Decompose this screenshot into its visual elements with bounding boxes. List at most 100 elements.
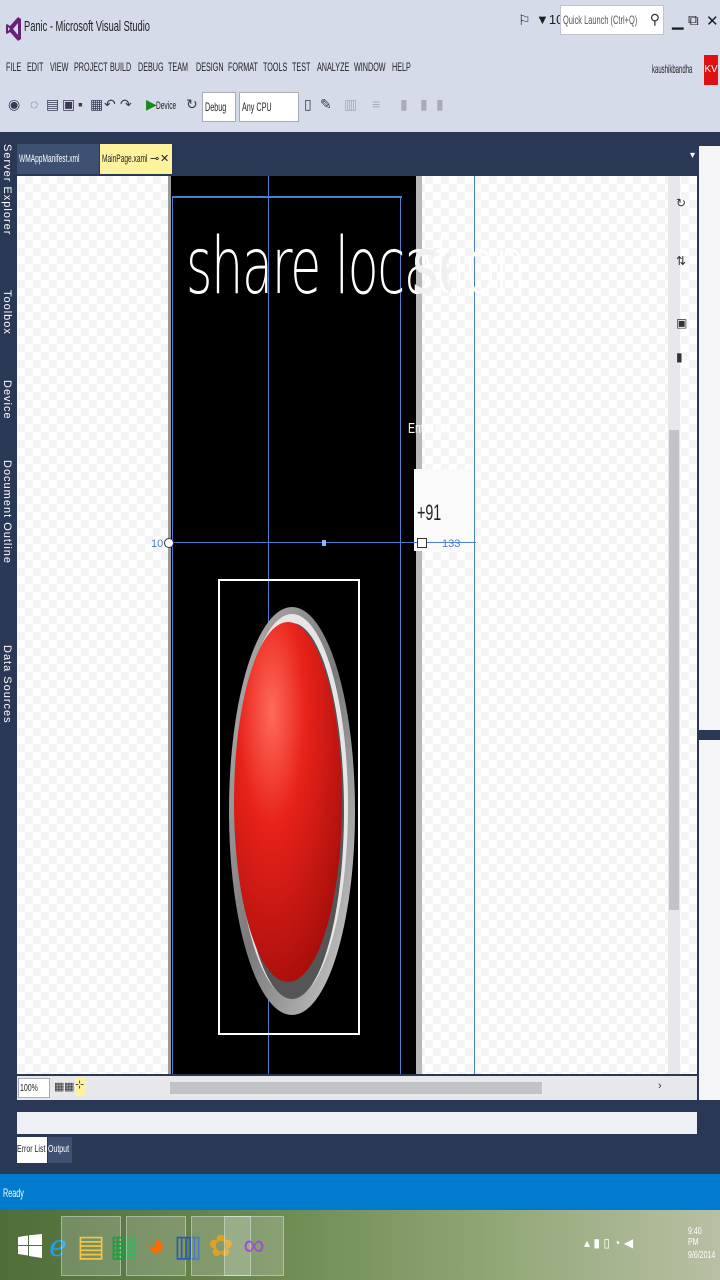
horizontal-scroll-thumb[interactable]	[170, 1082, 542, 1094]
menu-test[interactable]: TEST	[292, 60, 310, 74]
panic-button[interactable]	[228, 606, 356, 1016]
notification-icon[interactable]: ⚐	[518, 12, 531, 29]
network-icon[interactable]: ▮	[593, 1236, 600, 1250]
menu-help[interactable]: HELP	[392, 60, 411, 74]
bookmark-clear-icon[interactable]: ▮	[436, 96, 444, 113]
user-name[interactable]: kaushikbandha	[652, 62, 692, 76]
quick-launch-input[interactable]: Quick Launch (Ctrl+Q) ⚲	[560, 5, 664, 35]
margin-right-value: 133	[442, 538, 461, 550]
menu-team[interactable]: TEAM	[168, 60, 188, 74]
tab-output[interactable]: Output	[48, 1137, 72, 1163]
find-icon[interactable]: ▯	[304, 96, 312, 113]
left-tool-rail: Server Explorer Toolbox Device Document …	[0, 140, 16, 1180]
menu-edit[interactable]: EDIT	[27, 60, 43, 74]
resize-handle-left[interactable]	[164, 538, 174, 548]
snap-lines-icon[interactable]: ⊹	[75, 1078, 85, 1096]
rail-server-explorer[interactable]: Server Explorer	[1, 144, 13, 235]
menu-project[interactable]: PROJECT	[74, 60, 108, 74]
selection-guide-top	[172, 196, 402, 198]
undo-icon[interactable]: ↶	[104, 96, 116, 113]
search-icon: ⚲	[649, 11, 660, 27]
menu-file[interactable]: FILE	[6, 60, 21, 74]
zoom-value: 100%	[20, 1083, 38, 1094]
selection-guide-left	[172, 196, 173, 1074]
run-target-label[interactable]: Device	[156, 100, 176, 112]
menu-view[interactable]: VIEW	[50, 60, 68, 74]
close-tab-icon[interactable]: ✕	[160, 144, 169, 174]
new-project-icon[interactable]: ▤	[46, 96, 59, 113]
bottom-pane-content	[17, 1112, 697, 1134]
status-text: Ready	[3, 1186, 24, 1200]
tab-label: Error List	[17, 1144, 46, 1155]
platform-select[interactable]: Any CPU	[239, 92, 299, 122]
tab-label: MainPage.xaml	[102, 153, 148, 165]
menu-debug[interactable]: DEBUG	[138, 60, 164, 74]
anchor-point	[322, 540, 326, 546]
resize-handle-right[interactable]	[417, 538, 427, 548]
restore-button[interactable]: ⧉	[688, 12, 699, 29]
save-icon[interactable]: ▪	[78, 96, 83, 112]
clock-date[interactable]: 9/6/2014	[688, 1250, 715, 1261]
rail-toolbox[interactable]: Toolbox	[1, 290, 13, 335]
scroll-right-icon[interactable]: ›	[658, 1080, 662, 1092]
system-tray[interactable]: ▴ ▮ ▯ ◔ ◀	[584, 1236, 633, 1250]
properties-panel[interactable]	[699, 740, 720, 1100]
configuration-value: Debug	[205, 100, 227, 114]
vertical-scroll-thumb[interactable]	[669, 430, 679, 910]
events-icon[interactable]: ▮	[676, 350, 683, 364]
rail-device[interactable]: Device	[1, 380, 13, 420]
quick-launch-placeholder: Quick Launch (Ctrl+Q)	[563, 13, 638, 27]
rail-data-sources[interactable]: Data Sources	[1, 645, 13, 724]
sort-icon[interactable]: ⇅	[676, 254, 686, 268]
menu-design[interactable]: DESIGN	[196, 60, 224, 74]
menu-format[interactable]: FORMAT	[228, 60, 258, 74]
solution-explorer-panel[interactable]	[699, 146, 720, 730]
redo-icon[interactable]: ↷	[120, 96, 132, 113]
properties-icon[interactable]: ▣	[676, 316, 687, 330]
margin-guide-line	[166, 542, 420, 543]
pin-icon[interactable]: ⊸	[150, 144, 159, 174]
zoom-select[interactable]: 100%	[18, 1078, 50, 1098]
clock-time[interactable]: 9:40 PM	[688, 1226, 710, 1248]
snap-grid-icon[interactable]: ▦	[64, 1080, 74, 1093]
visual-studio-logo-icon	[6, 17, 21, 41]
tab-label: WMAppManifest.xml	[19, 153, 80, 165]
save-all-icon[interactable]: ▦	[90, 96, 103, 113]
menu-window[interactable]: WINDOW	[354, 60, 386, 74]
indent-icon[interactable]: ≡	[372, 96, 380, 112]
visual-studio-icon[interactable]: ∞	[224, 1216, 284, 1276]
tab-label: Output	[48, 1144, 70, 1155]
toolbox-refresh-icon[interactable]: ↻	[676, 196, 686, 210]
volume-icon[interactable]: ◀	[624, 1236, 633, 1250]
pivot-header-share-location[interactable]: share location	[186, 222, 527, 312]
bookmark-next-icon[interactable]: ▮	[420, 96, 428, 113]
align-icon[interactable]: ▥	[344, 96, 357, 113]
forward-icon[interactable]: ◌	[30, 96, 38, 112]
grid-toggle-icon[interactable]: ▦	[54, 1080, 64, 1093]
tab-wmappmanifest[interactable]: WMAppManifest.xml	[17, 144, 99, 174]
selection-guide-right	[400, 196, 401, 1074]
avatar[interactable]: KV	[704, 55, 718, 85]
wifi-icon[interactable]: ◔	[613, 1236, 620, 1250]
filter-icon: ▼	[536, 12, 549, 27]
attach-icon[interactable]: ✎	[320, 96, 332, 113]
refresh-icon[interactable]: ↻	[186, 96, 198, 113]
bookmark-icon[interactable]: ▮	[400, 96, 408, 113]
battery-icon[interactable]: ▯	[603, 1236, 610, 1250]
status-bar	[0, 1174, 720, 1210]
minimize-button[interactable]: ▁	[672, 12, 684, 30]
rail-document-outline[interactable]: Document Outline	[1, 460, 13, 564]
back-icon[interactable]: ◉	[8, 96, 20, 113]
open-file-icon[interactable]: ▣	[62, 96, 75, 113]
tab-overflow-icon[interactable]: ▾	[690, 150, 695, 161]
tab-error-list[interactable]: Error List	[17, 1137, 47, 1163]
platform-value: Any CPU	[242, 100, 272, 114]
menu-build[interactable]: BUILD	[110, 60, 131, 74]
menu-analyze[interactable]: ANALYZE	[317, 60, 349, 74]
menu-tools[interactable]: TOOLS	[263, 60, 287, 74]
show-hidden-icon[interactable]: ▴	[584, 1236, 590, 1250]
configuration-select[interactable]: Debug	[202, 92, 236, 122]
tab-mainpage[interactable]: MainPage.xaml ⊸ ✕	[100, 144, 172, 174]
close-button[interactable]: ✕	[706, 12, 719, 30]
pivot-header-settings[interactable]: setti	[412, 222, 451, 312]
